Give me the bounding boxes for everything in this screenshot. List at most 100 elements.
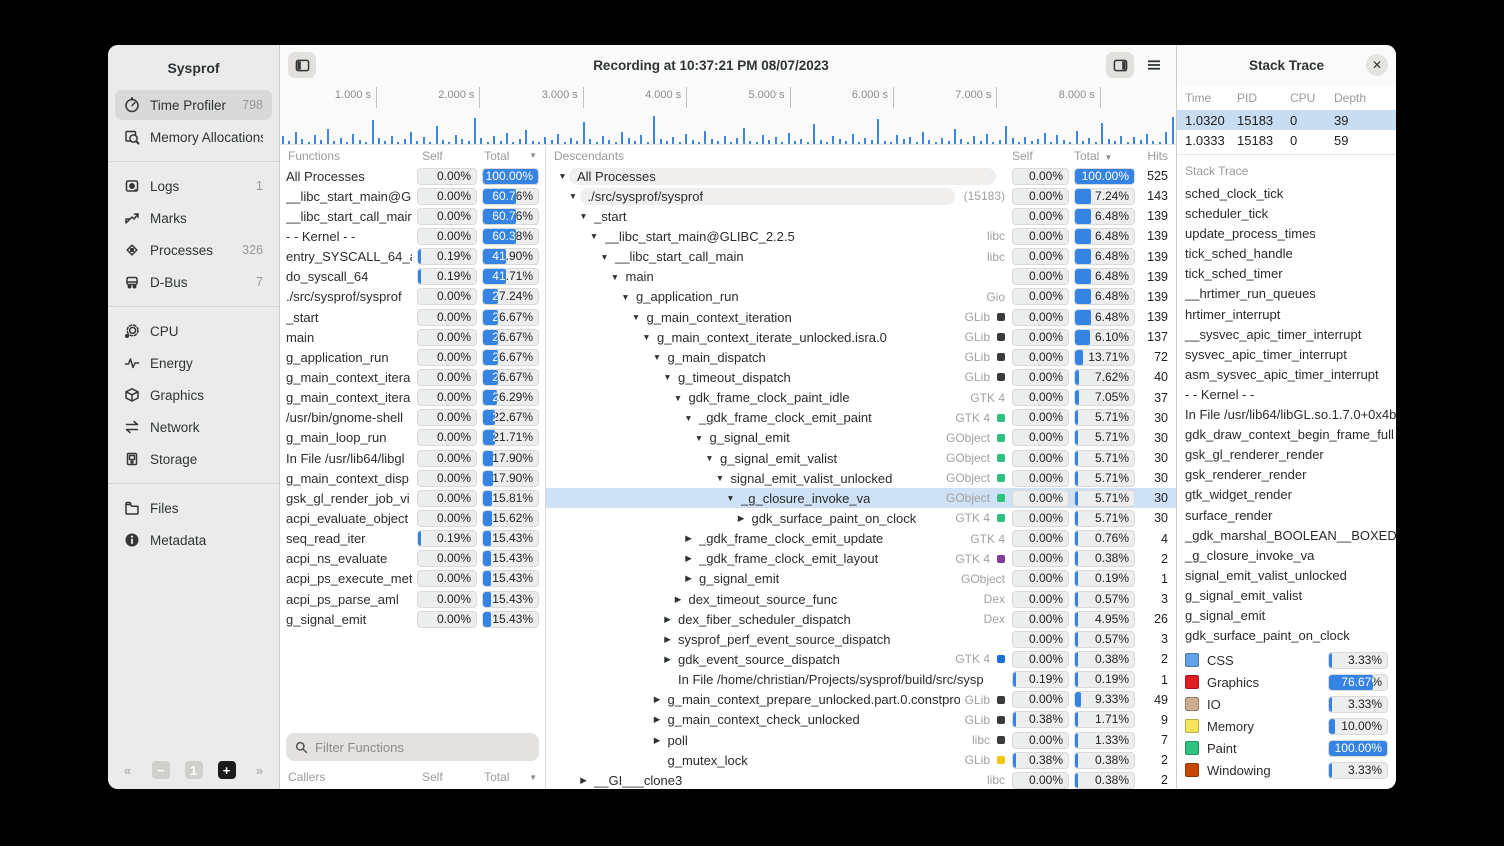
main-menu-button[interactable] [1140, 52, 1168, 78]
stack-frame[interactable]: hrtimer_interrupt [1177, 305, 1396, 325]
time-column-header[interactable]: Time [1185, 91, 1237, 105]
expander-icon[interactable]: ▼ [641, 332, 652, 342]
stack-frame[interactable]: g_signal_emit_valist [1177, 586, 1396, 606]
descendant-row[interactable]: ▼ g_main_context_iteration GLib 0.00% 0.… [546, 307, 1176, 327]
function-row[interactable]: acpi_ns_evaluate 0.00% 0.00% 15.43% 15.4… [280, 549, 545, 569]
expander-icon[interactable]: ▼ [704, 453, 715, 463]
function-row[interactable]: g_application_run 0.00% 0.00% 26.67% 26.… [280, 347, 545, 367]
stack-frame[interactable]: gtk_widget_render [1177, 485, 1396, 505]
descendant-row[interactable]: ▶ _gdk_frame_clock_emit_update GTK 4 0.0… [546, 529, 1176, 549]
sidebar-item-time-profiler[interactable]: Time Profiler 798 [115, 90, 272, 120]
function-row[interactable]: __libc_start_main@GLIBC_2.2.5 0.00% 0.00… [280, 186, 545, 206]
stack-frame[interactable]: gdk_draw_context_begin_frame_full [1177, 425, 1396, 445]
descendant-row[interactable]: ▶ g_main_context_prepare_unlocked.part.0… [546, 690, 1176, 710]
stack-frame[interactable]: signal_emit_valist_unlocked [1177, 566, 1396, 586]
descendant-row[interactable]: ▼ __libc_start_main@GLIBC_2.2.5 libc 0.0… [546, 226, 1176, 246]
close-icon[interactable]: ✕ [1366, 54, 1388, 76]
stack-frame[interactable]: tick_sched_timer [1177, 264, 1396, 284]
function-row[interactable]: /usr/bin/gnome-shell 0.00% 0.00% 22.67% … [280, 408, 545, 428]
expander-icon[interactable]: ▼ [578, 211, 589, 221]
depth-column-header[interactable]: Depth [1334, 91, 1388, 105]
expander-icon[interactable]: ▶ [673, 594, 684, 605]
descendant-row[interactable]: ▼ __libc_start_call_main libc 0.00% 0.00… [546, 247, 1176, 267]
sidebar-item-d-bus[interactable]: D-Bus 7 [115, 267, 272, 297]
stack-frame[interactable]: g_signal_emit [1177, 606, 1396, 626]
descendant-row[interactable]: ▼ g_timeout_dispatch GLib 0.00% 0.00% 7.… [546, 367, 1176, 387]
expander-icon[interactable]: ▼ [715, 473, 726, 483]
function-row[interactable]: gsk_gl_render_job_vi 0.00% 0.00% 15.81% … [280, 488, 545, 508]
descendant-row[interactable]: ▶ poll libc 0.00% 0.00% 1.33% 1.33% 7 [546, 730, 1176, 750]
descendants-column-header[interactable]: Descendants [554, 149, 1007, 163]
descendant-row[interactable]: ▼ _start 0.00% 0.00% 6.48% 6.48% 139 [546, 206, 1176, 226]
total-column-header[interactable]: Total [484, 149, 524, 163]
function-row[interactable]: entry_SYSCALL_64_a 0.19% 0.19% 41.90% 41… [280, 247, 545, 267]
sidebar-item-logs[interactable]: Logs 1 [115, 171, 272, 201]
descendant-row[interactable]: ▶ gdk_surface_paint_on_clock GTK 4 0.00%… [546, 508, 1176, 528]
descendant-row[interactable]: ▼ g_main_dispatch GLib 0.00% 0.00% 13.71… [546, 347, 1176, 367]
descendant-row[interactable]: ▶ g_main_context_check_unlocked GLib 0.3… [546, 710, 1176, 730]
stack-frame[interactable]: surface_render [1177, 506, 1396, 526]
descendant-row[interactable]: ▼ signal_emit_valist_unlocked GObject 0.… [546, 468, 1176, 488]
descendant-row[interactable]: ▶ sysprof_perf_event_source_dispatch 0.0… [546, 629, 1176, 649]
expander-icon[interactable]: ▶ [662, 634, 673, 645]
filter-functions-input[interactable]: Filter Functions [286, 733, 539, 761]
descendant-row[interactable]: ▼ ./src/sysprof/sysprof (15183) 0.00% 0.… [546, 186, 1176, 206]
desc-total-column-header[interactable]: Total▼ [1074, 149, 1135, 163]
sort-descending-icon[interactable]: ▼ [529, 773, 537, 782]
desc-self-column-header[interactable]: Self [1012, 149, 1069, 163]
zoom-out-button[interactable]: − [152, 761, 170, 779]
descendant-row[interactable]: ▶ g_signal_emit GObject 0.00% 0.00% 0.19… [546, 569, 1176, 589]
expander-icon[interactable]: ▶ [683, 573, 694, 584]
function-row[interactable]: g_main_loop_run 0.00% 0.00% 21.71% 21.71… [280, 428, 545, 448]
function-row[interactable]: - - Kernel - - 0.00% 0.00% 60.38% 60.38% [280, 226, 545, 246]
sidebar-item-processes[interactable]: Processes 326 [115, 235, 272, 265]
descendant-row[interactable]: ▼ main 0.00% 0.00% 6.48% 6.48% 139 [546, 267, 1176, 287]
expander-icon[interactable]: ▶ [578, 775, 589, 786]
expander-icon[interactable]: ▼ [662, 372, 673, 382]
sort-descending-icon[interactable]: ▼ [529, 151, 537, 160]
expander-icon[interactable]: ▼ [589, 231, 600, 241]
expander-icon[interactable]: ▶ [736, 513, 747, 524]
function-row[interactable]: In File /usr/lib64/libgl 0.00% 0.00% 17.… [280, 448, 545, 468]
sidebar-item-marks[interactable]: Marks [115, 203, 272, 233]
function-row[interactable]: g_main_context_disp 0.00% 0.00% 17.90% 1… [280, 468, 545, 488]
expander-icon[interactable]: ▼ [725, 493, 736, 503]
function-row[interactable]: acpi_ps_parse_aml 0.00% 0.00% 15.43% 15.… [280, 589, 545, 609]
sidebar-item-metadata[interactable]: Metadata [115, 525, 272, 555]
functions-column-header[interactable]: Functions [288, 149, 422, 163]
stack-frame[interactable]: In File /usr/lib64/libGL.so.1.7.0+0x4b [1177, 405, 1396, 425]
expander-icon[interactable]: ▼ [652, 352, 663, 362]
stack-frame[interactable]: - - Kernel - - [1177, 385, 1396, 405]
stack-frame[interactable]: _gdk_marshal_BOOLEAN__BOXEDv [1177, 526, 1396, 546]
expander-icon[interactable]: ▼ [694, 433, 705, 443]
rewind-icon[interactable]: « [119, 761, 137, 779]
sidebar-item-storage[interactable]: Storage [115, 444, 272, 474]
sidebar-item-memory-allocations[interactable]: Memory Allocations [115, 122, 272, 152]
function-row[interactable]: g_signal_emit 0.00% 0.00% 15.43% 15.43% [280, 609, 545, 629]
sidebar-item-files[interactable]: Files [115, 493, 272, 523]
function-row[interactable]: _start 0.00% 0.00% 26.67% 26.67% [280, 307, 545, 327]
function-row[interactable]: acpi_ps_execute_met 0.00% 0.00% 15.43% 1… [280, 569, 545, 589]
expander-icon[interactable]: ▼ [599, 252, 610, 262]
sidebar-item-cpu[interactable]: CPU [115, 316, 272, 346]
function-row[interactable]: do_syscall_64 0.19% 0.19% 41.71% 41.71% [280, 267, 545, 287]
descendant-row[interactable]: ▼ g_signal_emit_valist GObject 0.00% 0.0… [546, 448, 1176, 468]
function-row[interactable]: All Processes 0.00% 0.00% 100.00% 100.00… [280, 166, 545, 186]
stack-frame[interactable]: update_process_times [1177, 224, 1396, 244]
expander-icon[interactable]: ▼ [620, 292, 631, 302]
zoom-in-button[interactable]: + [218, 761, 236, 779]
descendant-row[interactable]: ▼ _g_closure_invoke_va GObject 0.00% 0.0… [546, 488, 1176, 508]
expander-icon[interactable]: ▼ [631, 312, 642, 322]
descendant-row[interactable]: ▶ _gdk_frame_clock_emit_layout GTK 4 0.0… [546, 549, 1176, 569]
stack-frame[interactable]: __sysvec_apic_timer_interrupt [1177, 325, 1396, 345]
descendant-row[interactable]: ▼ _gdk_frame_clock_emit_paint GTK 4 0.00… [546, 408, 1176, 428]
stack-frame[interactable]: gdk_surface_paint_on_clock [1177, 626, 1396, 646]
timeline-ruler[interactable]: 1.000 s2.000 s3.000 s4.000 s5.000 s6.000… [280, 85, 1176, 110]
function-row[interactable]: acpi_evaluate_object 0.00% 0.00% 15.62% … [280, 508, 545, 528]
descendant-row[interactable]: In File /home/christian/Projects/sysprof… [546, 670, 1176, 690]
descendant-row[interactable]: ▼ gdk_frame_clock_paint_idle GTK 4 0.00%… [546, 388, 1176, 408]
expander-icon[interactable]: ▶ [662, 654, 673, 665]
stack-frame[interactable]: __hrtimer_run_queues [1177, 284, 1396, 304]
sample-row[interactable]: 1.0320 15183 0 39 [1177, 110, 1396, 130]
expander-icon[interactable]: ▶ [683, 533, 694, 544]
